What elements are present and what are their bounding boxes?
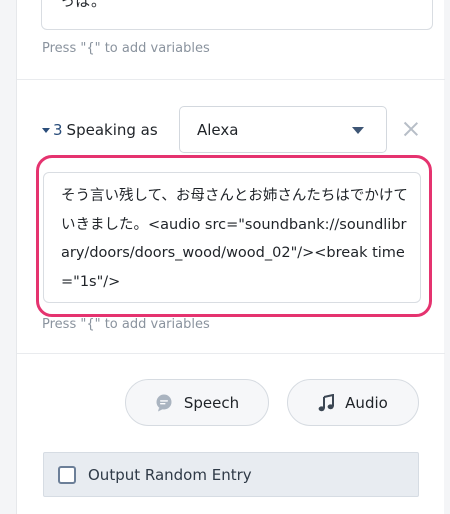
speech-bubble-icon xyxy=(155,394,173,412)
output-random-entry-toggle[interactable]: Output Random Entry xyxy=(43,452,419,497)
speak-step-panel: っぱ。 Press "{" to add variables 3 Speakin… xyxy=(16,0,445,514)
previous-speech-text: っぱ。 xyxy=(60,0,107,10)
random-entry-checkbox[interactable] xyxy=(58,465,76,484)
caret-down-icon xyxy=(42,128,50,133)
voice-select-value: Alexa xyxy=(197,120,239,139)
random-entry-label: Output Random Entry xyxy=(88,465,252,484)
speaking-as-label: Speaking as xyxy=(66,121,158,139)
chevron-down-icon xyxy=(352,127,364,134)
divider xyxy=(17,353,445,354)
voice-select[interactable]: Alexa xyxy=(179,106,387,153)
divider xyxy=(17,79,445,80)
previous-speech-input[interactable]: っぱ。 xyxy=(41,0,433,30)
music-note-icon xyxy=(318,393,335,412)
close-icon[interactable] xyxy=(403,121,419,137)
add-speech-button[interactable]: Speech xyxy=(125,379,269,426)
add-audio-button[interactable]: Audio xyxy=(287,379,419,426)
step-collapse-toggle[interactable]: 3 Speaking as xyxy=(42,121,158,139)
speech-text-input[interactable]: そう言い残して、お母さんとお姉さんたちはでかけていきました。<audio src… xyxy=(43,172,421,303)
audio-button-label: Audio xyxy=(345,393,388,412)
speech-button-label: Speech xyxy=(183,393,240,412)
variables-hint: Press "{" to add variables xyxy=(42,317,210,332)
step-number: 3 xyxy=(53,121,63,139)
variables-hint: Press "{" to add variables xyxy=(42,41,210,56)
